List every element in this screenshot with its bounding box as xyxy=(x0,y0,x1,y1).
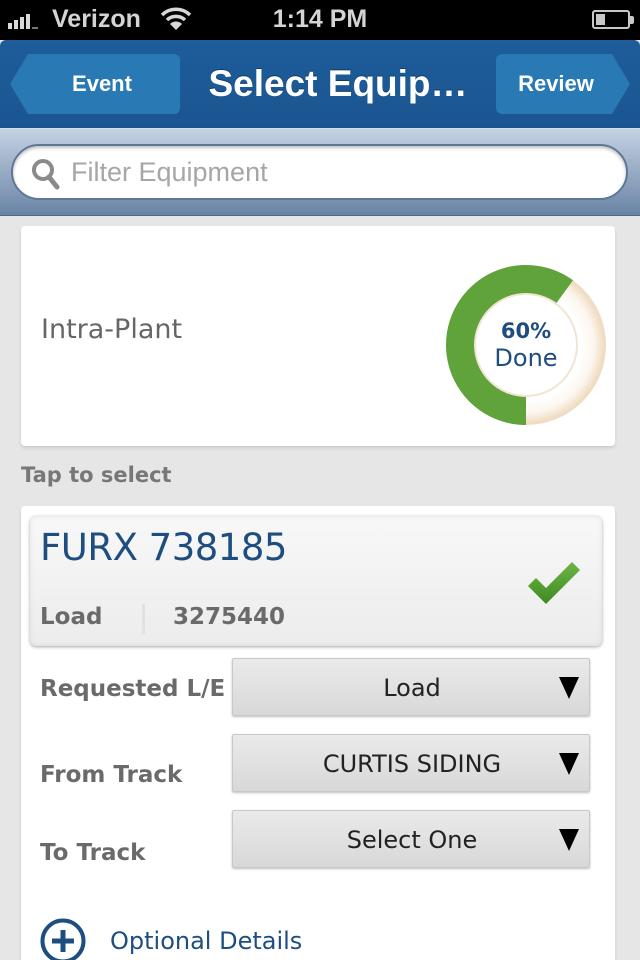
form-row-requested-le: Requested L/E Load xyxy=(21,658,615,718)
from-track-value: CURTIS SIDING xyxy=(322,750,502,778)
to-track-label: To Track xyxy=(40,840,146,866)
event-card: Intra-Plant 60% Done xyxy=(21,226,615,446)
requested-le-select[interactable]: Load xyxy=(232,658,590,716)
review-button-label: Review xyxy=(518,71,594,96)
to-track-select[interactable]: Select One xyxy=(232,810,590,868)
form-row-from-track: From Track CURTIS SIDING xyxy=(21,734,615,794)
progress-ring: 60% Done xyxy=(445,264,607,426)
from-track-label: From Track xyxy=(40,762,183,788)
search-bar xyxy=(0,128,640,216)
form-row-to-track: To Track Select One xyxy=(21,810,615,870)
section-label: Tap to select xyxy=(21,463,172,487)
back-button-label: Event xyxy=(72,71,132,96)
to-track-value: Select One xyxy=(346,826,478,854)
navigation-bar: Event Select Equip… Review xyxy=(0,40,640,128)
optional-details-toggle[interactable]: Optional Details xyxy=(40,918,302,960)
status-bar: Verizon 1:14 PM xyxy=(0,0,640,40)
battery-fill xyxy=(596,14,605,25)
progress-percent: 60% xyxy=(500,319,552,343)
progress-caption: Done xyxy=(494,344,558,372)
equipment-tile[interactable]: FURX 738185 Load 3275440 xyxy=(30,516,602,646)
battery-icon xyxy=(592,10,634,29)
equipment-id: FURX 738185 xyxy=(40,526,287,569)
search-field[interactable] xyxy=(11,144,628,200)
event-name: Intra-Plant xyxy=(41,314,183,345)
equipment-number: 3275440 xyxy=(173,604,286,630)
divider xyxy=(142,604,145,634)
review-button[interactable]: Review xyxy=(496,54,630,114)
requested-le-label: Requested L/E xyxy=(40,676,226,702)
equipment-load-empty: Load xyxy=(40,604,103,630)
status-time: 1:14 PM xyxy=(272,5,368,33)
filter-equipment-input[interactable] xyxy=(71,152,601,192)
from-track-select[interactable]: CURTIS SIDING xyxy=(232,734,590,792)
back-button-event[interactable]: Event xyxy=(10,54,180,114)
page-title: Select Equip… xyxy=(208,63,468,104)
dropdown-arrow-icon xyxy=(559,829,579,851)
requested-le-value: Load xyxy=(383,674,441,702)
checkmark-icon xyxy=(526,560,582,613)
dropdown-arrow-icon xyxy=(559,677,579,699)
dropdown-arrow-icon xyxy=(559,753,579,775)
equipment-card: FURX 738185 Load 3275440 Requested L/E L… xyxy=(21,506,615,960)
plus-circle-icon xyxy=(40,918,86,960)
search-icon xyxy=(31,158,61,195)
optional-details-label: Optional Details xyxy=(110,927,303,955)
